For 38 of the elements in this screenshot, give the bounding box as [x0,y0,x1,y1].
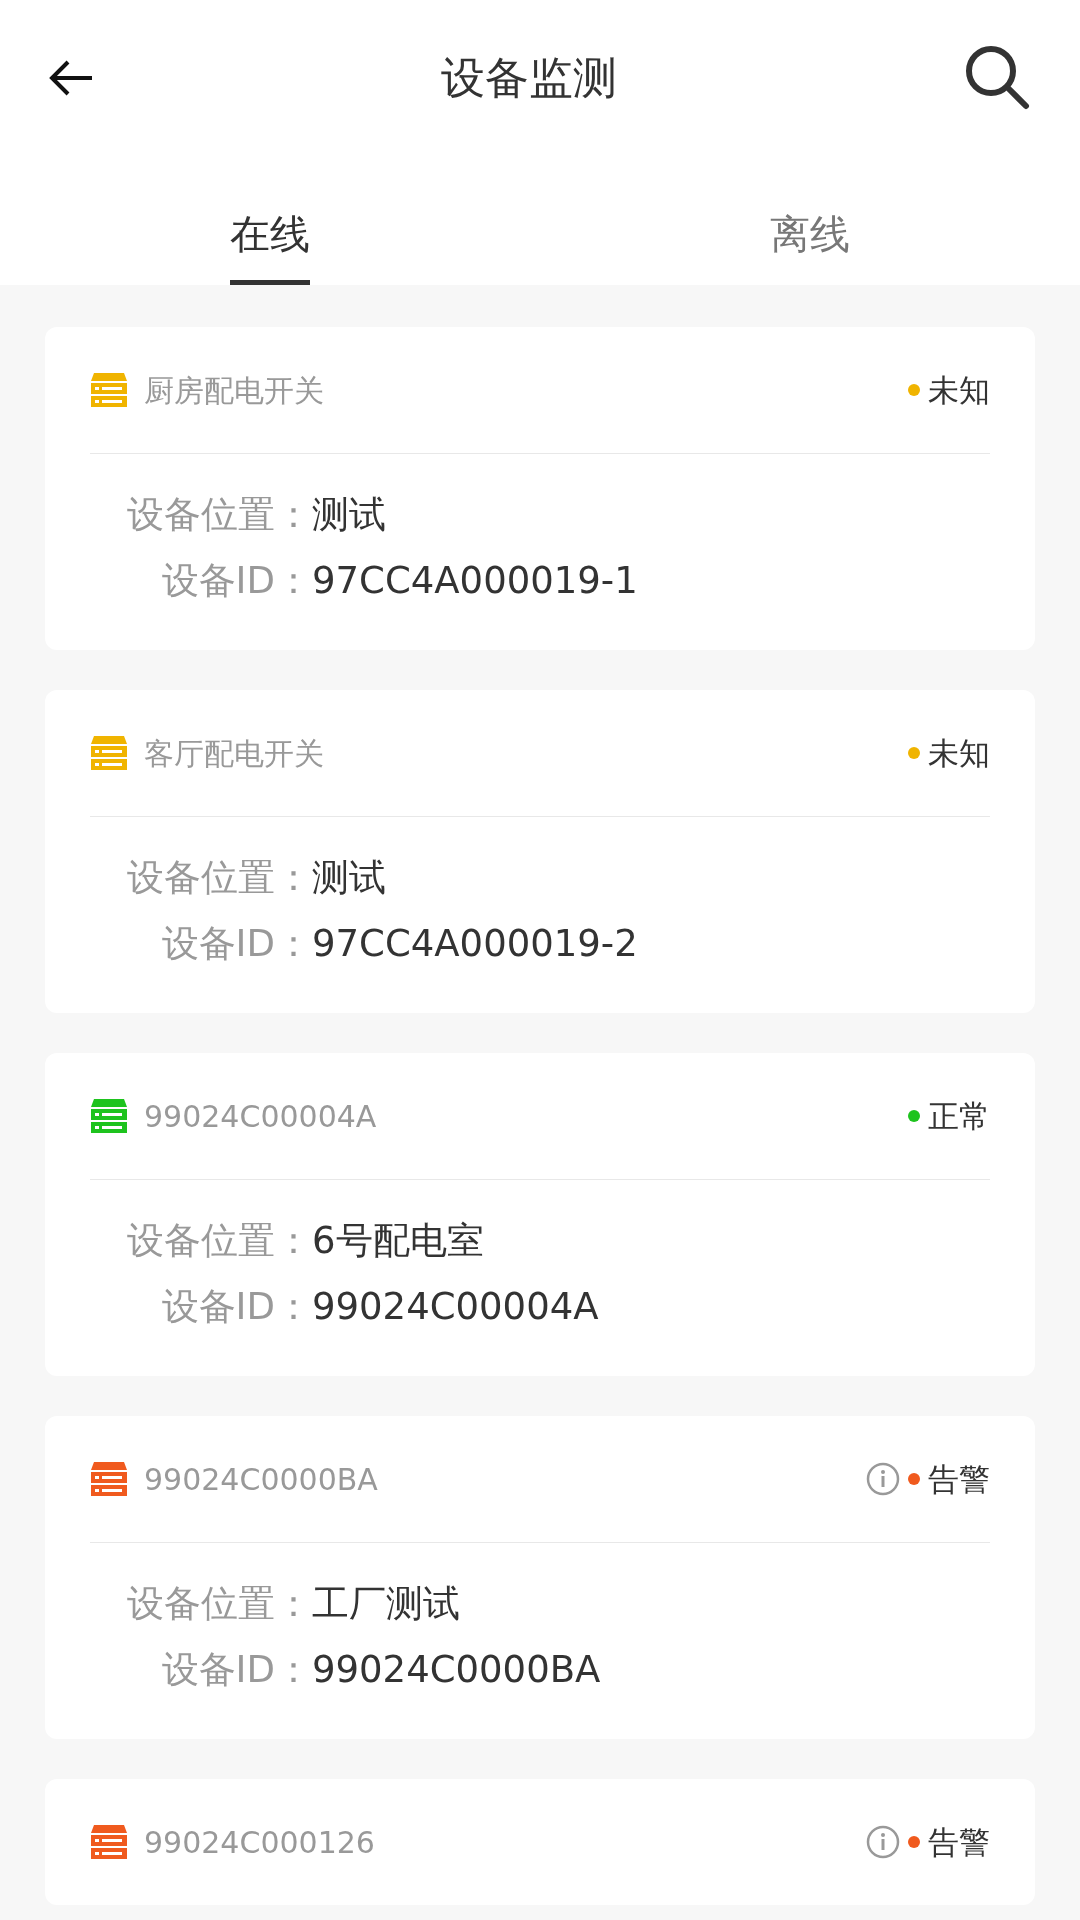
device-name: 99024C00004A [144,1097,377,1136]
info-icon[interactable] [866,1825,900,1859]
device-id-value: 99024C00004A [312,1284,599,1330]
status-text: 告警 [928,1822,990,1862]
tab[interactable]: 在线 [230,190,310,285]
status-text: 未知 [928,370,990,410]
location-label: 设备位置： [126,855,312,901]
location-label: 设备位置： [126,492,312,538]
device-card[interactable]: 客厅配电开关 未知 设备位置：测试 设备ID：97CC4A000019-2 [45,690,1035,1013]
location-value: 测试 [312,855,386,901]
device-id-label: 设备ID： [160,1284,312,1330]
page-title: 设备监测 [441,50,617,105]
device-card[interactable]: 99024C0000BA 告警 设备位置：工厂测试 设备ID：99024C0000BA [45,1416,1035,1739]
back-arrow-icon[interactable] [48,58,94,97]
status-text: 正常 [928,1096,990,1136]
device-card[interactable]: 99024C00004A 正常 设备位置：6号配电室 设备ID：99024C00004A [45,1053,1035,1376]
status-text: 告警 [928,1459,990,1499]
location-label: 设备位置： [126,1581,312,1627]
device-id-label: 设备ID： [160,558,312,604]
device-id-value: 97CC4A000019-2 [312,921,638,967]
device-id-label: 设备ID： [160,1647,312,1693]
device-card[interactable]: 厨房配电开关 未知 设备位置：测试 设备ID：97CC4A000019-1 [45,327,1035,650]
device-name: 客厅配电开关 [144,734,324,773]
status-text: 未知 [928,733,990,773]
device-id-value: 97CC4A000019-1 [312,558,638,604]
search-icon[interactable] [964,43,1032,112]
device-name: 99024C000126 [144,1823,375,1862]
location-value: 测试 [312,492,386,538]
device-id-value: 99024C0000BA [312,1647,601,1693]
device-name: 厨房配电开关 [144,371,324,410]
location-value: 6号配电室 [312,1218,484,1264]
tab[interactable]: 离线 [770,190,850,285]
device-id-label: 设备ID： [160,921,312,967]
location-value: 工厂测试 [312,1581,460,1627]
device-card[interactable]: 99024C000126 告警 [45,1779,1035,1905]
info-icon[interactable] [866,1462,900,1496]
device-name: 99024C0000BA [144,1460,378,1499]
location-label: 设备位置： [126,1218,312,1264]
